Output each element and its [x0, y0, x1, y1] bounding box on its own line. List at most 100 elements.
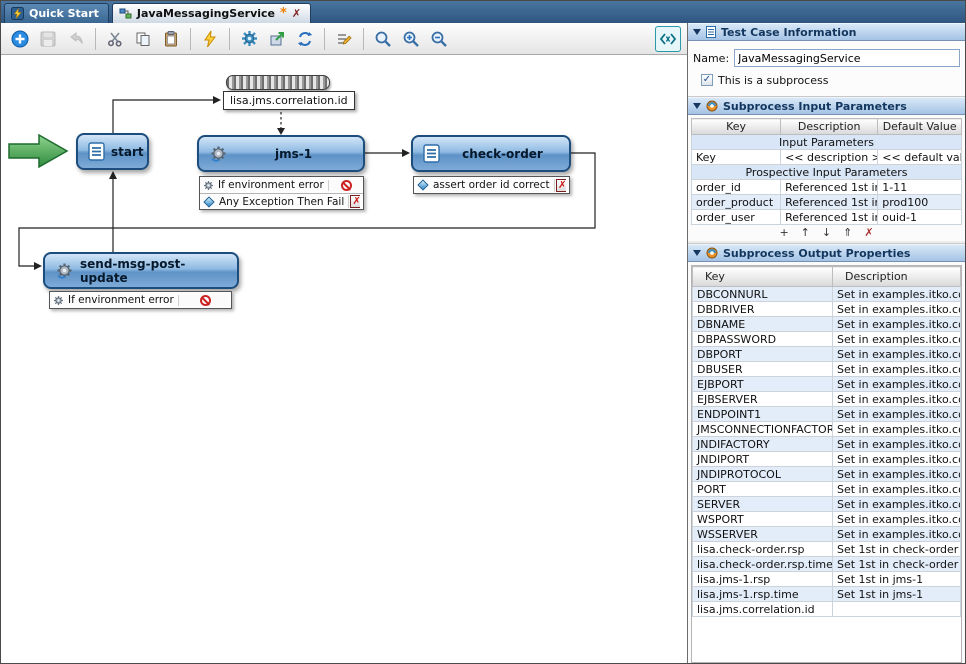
table-cell[interactable]: Set in examples.itko.com.confi...	[832, 481, 961, 497]
table-cell[interactable]: DBPASSWORD	[692, 331, 833, 347]
undo-button[interactable]	[63, 26, 89, 52]
filter-row[interactable]: If environment error	[50, 292, 231, 308]
export-button[interactable]	[264, 26, 290, 52]
subprocess-checkbox[interactable]: ✓	[701, 74, 713, 86]
table-row[interactable]: JNDIPROTOCOLSet in examples.itko.com.con…	[692, 466, 961, 482]
table-cell[interactable]: Key	[690, 149, 782, 165]
table-cell[interactable]: ENDPOINT1	[692, 406, 833, 422]
node-jms-1[interactable]: jms-1	[197, 135, 365, 172]
table-cell[interactable]: Set in examples.itko.com.confi...	[832, 511, 961, 527]
table-row[interactable]: EJBPORTSet in examples.itko.com.confi...	[692, 376, 961, 392]
table-cell[interactable]: Set in examples.itko.com.confi...	[832, 286, 961, 302]
table-row[interactable]: JNDIFACTORYSet in examples.itko.com.conf…	[692, 436, 961, 452]
table-cell[interactable]: DBUSER	[692, 361, 833, 377]
table-cell[interactable]: Set in examples.itko.com.confi...	[832, 526, 961, 542]
table-row[interactable]: lisa.jms-1.rsp.time Set 1st in jms-1	[692, 586, 961, 602]
section-header-input-parameters[interactable]: Subprocess Input Parameters	[688, 97, 965, 115]
table-cell[interactable]: EJBPORT	[692, 376, 833, 392]
table-cell[interactable]: Set in examples.itko.com.confi...	[832, 436, 961, 452]
table-cell[interactable]: JNDIPORT	[692, 451, 833, 467]
table-cell[interactable]: Referenced 1st in j...	[780, 179, 879, 195]
table-cell[interactable]: Set in examples.itko.com.confi...	[832, 466, 961, 482]
promote-button[interactable]: ⇑	[843, 226, 852, 240]
table-row[interactable]: PORTSet in examples.itko.com.confi...	[692, 481, 961, 497]
assertion-row[interactable]: Any Exception Then Fail ✗	[200, 193, 363, 209]
sync-button[interactable]	[292, 26, 318, 52]
table-cell[interactable]: EJBSERVER	[692, 391, 833, 407]
table-row[interactable]: lisa.jms-1.rsp Set 1st in jms-1	[692, 571, 961, 587]
tab-quick-start[interactable]: Quick Start	[4, 3, 109, 23]
table-row[interactable]: lisa.check-order.rsp Set 1st in check-ord…	[692, 541, 961, 557]
table-cell[interactable]: JMSCONNECTIONFACTORY	[692, 421, 833, 437]
table-cell[interactable]: prod100	[877, 194, 962, 210]
table-row[interactable]: DBDRIVERSet in examples.itko.com.confi..…	[692, 301, 961, 317]
workflow-canvas[interactable]: lisa.jms.correlation.id start jms-1 If e…	[1, 55, 687, 663]
section-header-output-properties[interactable]: Subprocess Output Properties	[688, 244, 965, 262]
delete-param-button[interactable]: ✗	[864, 226, 873, 240]
tab-close-icon[interactable]: ✗	[292, 7, 301, 20]
table-cell[interactable]: Set in examples.itko.com.confi...	[832, 421, 961, 437]
table-row[interactable]: WSPORTSet in examples.itko.com.confi...	[692, 511, 961, 527]
filter-row[interactable]: If environment error	[200, 177, 363, 193]
table-cell[interactable]: Set 1st in check-order	[832, 556, 961, 572]
table-row[interactable]: DBPASSWORDSet in examples.itko.com.confi…	[692, 331, 961, 347]
save-button[interactable]	[35, 26, 61, 52]
jms-correlation-coil-icon[interactable]	[226, 75, 330, 90]
correlation-id-label[interactable]: lisa.jms.correlation.id	[223, 91, 355, 110]
table-row[interactable]: JMSCONNECTIONFACTORY Set in examples.itko…	[692, 421, 961, 437]
table-row[interactable]: DBPORTSet in examples.itko.com.confi...	[692, 346, 961, 362]
table-cell[interactable]: Set in examples.itko.com.confi...	[832, 406, 961, 422]
table-cell[interactable]: Set in examples.itko.com.confi...	[832, 316, 961, 332]
table-cell[interactable]	[832, 601, 961, 617]
run-button[interactable]	[197, 26, 223, 52]
table-row[interactable]: order_userReferenced 1st in j...ouid-1	[690, 209, 962, 225]
move-up-button[interactable]: ↑	[801, 226, 810, 240]
table-row[interactable]: ENDPOINT1Set in examples.itko.com.confi.…	[692, 406, 961, 422]
table-row[interactable]: order_productReferenced 1st in j...prod1…	[690, 194, 962, 210]
table-cell[interactable]: WSSERVER	[692, 526, 833, 542]
table-cell[interactable]: DBPORT	[692, 346, 833, 362]
table-cell[interactable]: ouid-1	[877, 209, 962, 225]
zoom-in-button[interactable]	[398, 26, 424, 52]
table-cell[interactable]: order_user	[690, 209, 782, 225]
add-param-button[interactable]: +	[779, 226, 788, 240]
paste-button[interactable]	[158, 26, 184, 52]
table-cell[interactable]: lisa.check-order.rsp	[692, 541, 833, 557]
add-button[interactable]	[7, 26, 33, 52]
cut-button[interactable]	[102, 26, 128, 52]
table-row[interactable]: WSSERVERSet in examples.itko.com.confi..…	[692, 526, 961, 542]
collapse-icon[interactable]	[693, 250, 701, 256]
tab-java-messaging-service[interactable]: JavaMessagingService * ✗	[111, 3, 312, 23]
zoom-out-button[interactable]	[426, 26, 452, 52]
move-down-button[interactable]: ↓	[822, 226, 831, 240]
table-cell[interactable]: lisa.jms-1.rsp.time	[692, 586, 833, 602]
table-cell[interactable]: DBCONNURL	[692, 286, 833, 302]
table-cell[interactable]: Set in examples.itko.com.confi...	[832, 391, 961, 407]
copy-button[interactable]	[130, 26, 156, 52]
zoom-button[interactable]	[370, 26, 396, 52]
table-cell[interactable]: lisa.jms-1.rsp	[692, 571, 833, 587]
table-row[interactable]: lisa.check-order.rsp.time Set 1st in chec…	[692, 556, 961, 572]
table-cell[interactable]: Set in examples.itko.com.confi...	[832, 346, 961, 362]
table-cell[interactable]: Set in examples.itko.com.confi...	[832, 301, 961, 317]
collapse-icon[interactable]	[693, 103, 701, 109]
table-row[interactable]: Key<< description >><< default value >>	[690, 149, 962, 165]
table-cell[interactable]: order_id	[690, 179, 782, 195]
table-cell[interactable]: DBNAME	[692, 316, 833, 332]
table-cell[interactable]: Set in examples.itko.com.confi...	[832, 331, 961, 347]
table-cell[interactable]: SERVER	[692, 496, 833, 512]
table-cell[interactable]: Set 1st in jms-1	[832, 586, 961, 602]
table-row[interactable]: EJBSERVERSet in examples.itko.com.confi.…	[692, 391, 961, 407]
table-cell[interactable]: DBDRIVER	[692, 301, 833, 317]
table-cell[interactable]: Set 1st in jms-1	[832, 571, 961, 587]
table-row[interactable]: order_idReferenced 1st in j...1-11	[690, 179, 962, 195]
table-cell[interactable]: 1-11	[877, 179, 962, 195]
table-cell[interactable]: JNDIPROTOCOL	[692, 466, 833, 482]
table-cell[interactable]: JNDIFACTORY	[692, 436, 833, 452]
table-cell[interactable]: WSPORT	[692, 511, 833, 527]
table-cell[interactable]: << default value >>	[877, 149, 962, 165]
table-cell[interactable]: lisa.check-order.rsp.time	[692, 556, 833, 572]
table-cell[interactable]: Set in examples.itko.com.confi...	[832, 496, 961, 512]
table-row[interactable]: SERVERSet in examples.itko.com.confi...	[692, 496, 961, 512]
table-cell[interactable]: Referenced 1st in j...	[780, 209, 879, 225]
